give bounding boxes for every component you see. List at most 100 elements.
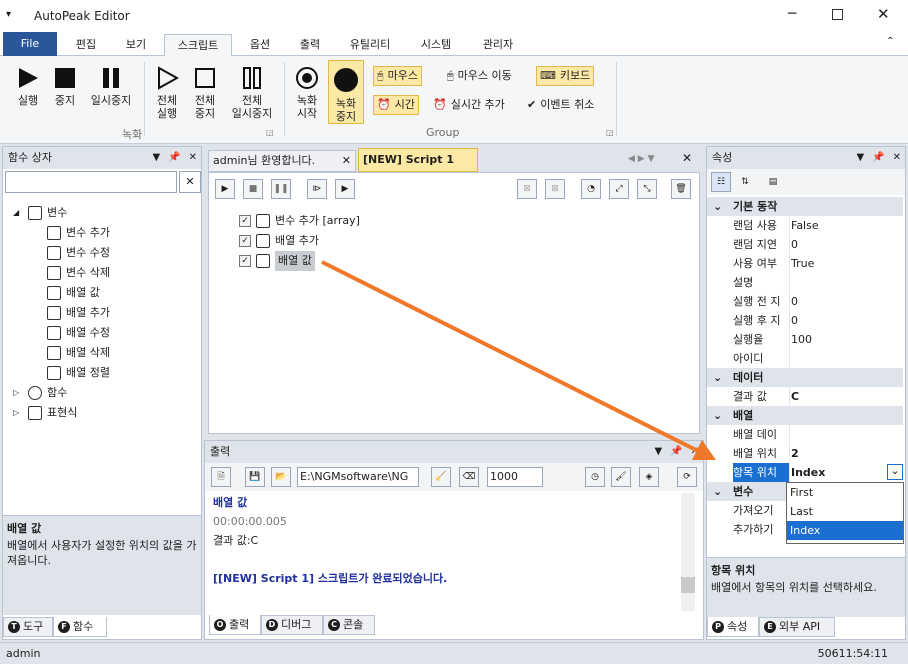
brush-button[interactable]: 🖌 — [611, 467, 631, 487]
tree-item[interactable]: 배열 수정 — [47, 323, 110, 343]
close-icon[interactable]: ✕ — [877, 5, 890, 23]
dropdown-icon[interactable]: ▼ — [856, 147, 864, 169]
property-value[interactable]: False — [791, 216, 819, 235]
pin-icon[interactable]: 📌 — [168, 147, 180, 169]
group-launcher-icon[interactable]: ◲ — [266, 128, 274, 137]
realtime-add-toggle[interactable]: ⏰ 실시간 추가 — [430, 95, 508, 115]
tree-item[interactable]: 변수 추가 — [47, 223, 110, 243]
tab-view[interactable]: 보기 — [112, 34, 160, 56]
clear-search-button[interactable]: ✕ — [179, 171, 201, 193]
tab-output-log[interactable]: O 출력 — [209, 615, 261, 635]
expand-toggle-icon[interactable]: ⌄ — [713, 368, 722, 387]
property-value[interactable]: True — [791, 254, 814, 273]
maximize-icon[interactable] — [832, 9, 843, 20]
delete-button[interactable]: 🗑 — [671, 179, 691, 199]
property-value[interactable]: 2 — [791, 444, 799, 463]
new-log-button[interactable]: 🗎 — [211, 467, 231, 487]
property-value[interactable]: Index — [791, 463, 825, 482]
run-script-button[interactable]: ▶ — [215, 179, 235, 199]
pause-button[interactable]: 일시중지 — [86, 66, 136, 107]
tree-item[interactable]: ▷ 표현식 — [13, 403, 77, 423]
property-value[interactable]: 100 — [791, 330, 812, 349]
keyboard-toggle[interactable]: ⌨ 키보드 — [536, 66, 595, 86]
disable-button[interactable]: ⊠ — [517, 179, 537, 199]
minimize-icon[interactable]: ─ — [788, 6, 796, 22]
refresh-button[interactable]: ⟳ — [677, 467, 697, 487]
tree-item[interactable]: 배열 추가 — [47, 303, 110, 323]
expand-button[interactable]: ⤢ — [609, 179, 629, 199]
fill-button[interactable]: ◈ — [639, 467, 659, 487]
script-line[interactable]: ✓ 변수 추가 [array] — [239, 211, 360, 231]
pause-all-button[interactable]: 전체 일시중지 — [226, 66, 278, 120]
tab-properties[interactable]: P 속성 — [707, 617, 759, 637]
script-line[interactable]: ✓ 배열 추가 — [239, 231, 319, 251]
pause-script-button[interactable]: ❚❚ — [271, 179, 291, 199]
save-log-button[interactable]: 💾 — [245, 467, 265, 487]
property-row[interactable]: 아이디 — [707, 349, 903, 368]
dropdown-option[interactable]: First — [787, 483, 903, 502]
tab-debug[interactable]: D 디버그 — [261, 615, 323, 635]
pin-icon[interactable]: 📌 — [872, 147, 884, 169]
close-icon[interactable]: ✕ — [189, 147, 197, 169]
categorized-icon[interactable]: ☷ — [711, 172, 731, 192]
tab-script[interactable]: 스크립트 — [164, 34, 232, 57]
editor-tab-script[interactable]: [NEW] Script 1 — [358, 148, 478, 172]
clock-button[interactable]: ◷ — [585, 467, 605, 487]
property-row[interactable]: 실행율 100 — [707, 330, 903, 349]
tree-item[interactable]: ▷ 함수 — [13, 383, 67, 403]
scroll-thumb[interactable] — [681, 577, 695, 593]
run-button[interactable]: 실행 — [10, 66, 46, 107]
script-line-checkbox[interactable]: ✓ — [239, 255, 251, 267]
property-category[interactable]: ⌄ 기본 동작 — [707, 197, 903, 216]
step-button[interactable]: ⧐ — [307, 179, 327, 199]
property-row[interactable]: 랜덤 사용 False — [707, 216, 903, 235]
close-icon[interactable]: ✕ — [342, 151, 351, 171]
tab-tools[interactable]: T 도구 — [3, 617, 53, 637]
tab-utility[interactable]: 유틸리티 — [338, 34, 402, 56]
search-input[interactable] — [5, 171, 177, 193]
event-cancel-toggle[interactable]: ✔ 이벤트 취소 — [524, 95, 597, 115]
property-value[interactable]: C — [791, 387, 799, 406]
close-icon[interactable]: ✕ — [893, 147, 901, 169]
tab-system[interactable]: 시스템 — [408, 34, 464, 56]
property-row[interactable]: 설명 — [707, 273, 903, 292]
expand-toggle-icon[interactable]: ⌄ — [713, 406, 722, 425]
expand-toggle-icon[interactable]: ▷ — [13, 403, 23, 423]
property-value[interactable]: 0 — [791, 292, 798, 311]
close-icon[interactable]: ✕ — [682, 151, 692, 165]
tree-item[interactable]: ◢ 변수 — [13, 203, 67, 223]
timer-button[interactable]: ◔ — [581, 179, 601, 199]
time-toggle[interactable]: ⏰ 시간 — [373, 95, 419, 115]
script-line-checkbox[interactable]: ✓ — [239, 235, 251, 247]
dropdown-option[interactable]: Last — [787, 502, 903, 521]
line-count-input[interactable]: 1000 — [487, 467, 543, 487]
record-stop-button[interactable]: 녹화 중지 — [328, 60, 364, 124]
dropdown-icon[interactable]: ▼ — [152, 147, 160, 169]
log-path-input[interactable]: E:\NGMsoftware\NG — [297, 467, 419, 487]
tab-functions[interactable]: F 함수 — [53, 617, 107, 637]
property-value[interactable]: 0 — [791, 311, 798, 330]
stop-script-button[interactable]: ■ — [243, 179, 263, 199]
expand-toggle-icon[interactable]: ▷ — [13, 383, 23, 403]
close-icon[interactable]: ✕ — [691, 441, 699, 463]
group-launcher-icon[interactable]: ◲ — [606, 128, 614, 137]
property-row[interactable]: 배열 위치 2 — [707, 444, 903, 463]
file-tab[interactable]: File — [3, 32, 57, 56]
script-line[interactable]: ✓ 배열 값 — [239, 251, 315, 271]
script-line-checkbox[interactable]: ✓ — [239, 215, 251, 227]
eraser-button[interactable]: ⌫ — [459, 467, 479, 487]
tab-edit[interactable]: 편집 — [62, 34, 110, 56]
quick-access-icon[interactable]: ▾ — [6, 9, 11, 20]
dropdown-option[interactable]: Index — [787, 521, 903, 540]
property-row[interactable]: 실행 전 지 0 — [707, 292, 903, 311]
tab-output[interactable]: 출력 — [286, 34, 334, 56]
tree-item[interactable]: 배열 값 — [47, 283, 100, 303]
tab-options[interactable]: 옵션 — [236, 34, 284, 56]
property-row[interactable]: 배열 데이 — [707, 425, 903, 444]
property-pages-icon[interactable]: ▤ — [763, 172, 783, 192]
sort-az-icon[interactable]: ⇅ — [735, 172, 755, 192]
open-folder-button[interactable]: 📂 — [271, 467, 291, 487]
property-category[interactable]: ⌄ 배열 — [707, 406, 903, 425]
scroll-tabs-icon[interactable]: ◀ ▶ ▼ — [628, 154, 655, 164]
pin-icon[interactable]: 📌 — [670, 441, 682, 463]
